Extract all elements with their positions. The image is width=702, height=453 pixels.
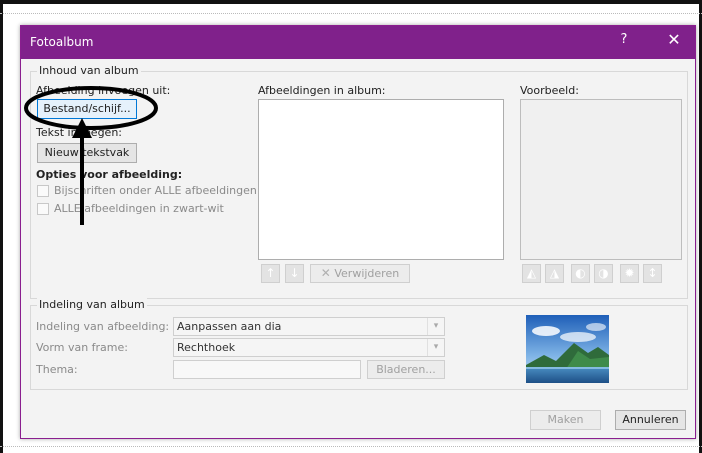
insert-from-label: Afbeelding invoegen uit:: [36, 84, 171, 97]
cancel-button[interactable]: Annuleren: [615, 410, 686, 430]
black-white-checkbox[interactable]: [37, 203, 49, 215]
chevron-down-icon: ▾: [427, 339, 444, 356]
contrast-up-icon: ◐: [575, 266, 586, 280]
dialog-title: Fotoalbum: [30, 35, 94, 49]
picture-layout-value: Aanpassen aan dia: [177, 320, 282, 333]
album-content-legend: Inhoud van album: [37, 64, 141, 77]
layout-preview-image: [526, 315, 609, 383]
move-up-button[interactable]: ↑: [261, 264, 280, 283]
text-insert-label: Tekst invoegen:: [36, 126, 122, 139]
theme-label: Thema:: [36, 363, 78, 376]
contrast-up-button[interactable]: ◐: [571, 264, 590, 283]
dotted-guide: [0, 446, 702, 447]
captions-checkbox[interactable]: [37, 185, 49, 197]
black-white-checkbox-label[interactable]: ALLE afbeeldingen in zwart-wit: [54, 202, 224, 215]
album-layout-legend: Indeling van album: [37, 298, 147, 311]
contrast-down-button[interactable]: ◑: [594, 264, 613, 283]
create-button[interactable]: Maken: [530, 410, 601, 430]
frame-shape-select[interactable]: Rechthoek ▾: [173, 338, 445, 357]
brightness-down-icon: ↕: [647, 266, 658, 280]
preview-label: Voorbeeld:: [520, 84, 579, 97]
preview-pane: [520, 99, 682, 260]
move-down-button[interactable]: ↓: [285, 264, 304, 283]
picture-layout-select[interactable]: Aanpassen aan dia ▾: [173, 317, 445, 336]
frame-shape-label: Vorm van frame:: [36, 341, 128, 354]
rotate-left-button[interactable]: ◭: [522, 264, 541, 283]
arrow-up-icon: ↑: [265, 266, 276, 280]
brightness-up-button[interactable]: ✹: [620, 264, 639, 283]
title-bar: Fotoalbum ? ✕: [21, 26, 695, 59]
close-button[interactable]: ✕: [661, 30, 687, 54]
brightness-down-button[interactable]: ↕: [643, 264, 662, 283]
brightness-up-icon: ✹: [624, 266, 635, 280]
chevron-down-icon: ▾: [427, 318, 444, 335]
photo-album-dialog: Fotoalbum ? ✕ Inhoud van album Afbeeldin…: [20, 25, 696, 439]
picture-options-label: Opties voor afbeelding:: [36, 168, 183, 181]
new-textbox-button[interactable]: Nieuw tekstvak: [37, 143, 137, 163]
rotate-right-button[interactable]: ◮: [545, 264, 564, 283]
arrow-down-icon: ↓: [289, 266, 300, 280]
dotted-guide: [0, 13, 702, 14]
browse-button[interactable]: Bladeren...: [367, 360, 445, 379]
rotate-right-icon: ◮: [549, 266, 560, 280]
picture-layout-label: Indeling van afbeelding:: [36, 320, 170, 333]
theme-input[interactable]: [173, 360, 361, 379]
x-icon: ✕: [320, 266, 331, 280]
help-button[interactable]: ?: [611, 32, 637, 52]
pictures-in-album-label: Afbeeldingen in album:: [258, 84, 386, 97]
file-disk-button[interactable]: Bestand/schijf...: [37, 99, 137, 119]
frame-shape-value: Rechthoek: [177, 341, 236, 354]
remove-button[interactable]: ✕ Verwijderen: [310, 264, 410, 283]
rotate-left-icon: ◭: [526, 266, 537, 280]
contrast-down-icon: ◑: [598, 266, 609, 280]
remove-button-label: Verwijderen: [334, 267, 400, 280]
captions-checkbox-label[interactable]: Bijschriften onder ALLE afbeeldingen: [54, 184, 257, 197]
pictures-listbox[interactable]: [258, 99, 504, 260]
